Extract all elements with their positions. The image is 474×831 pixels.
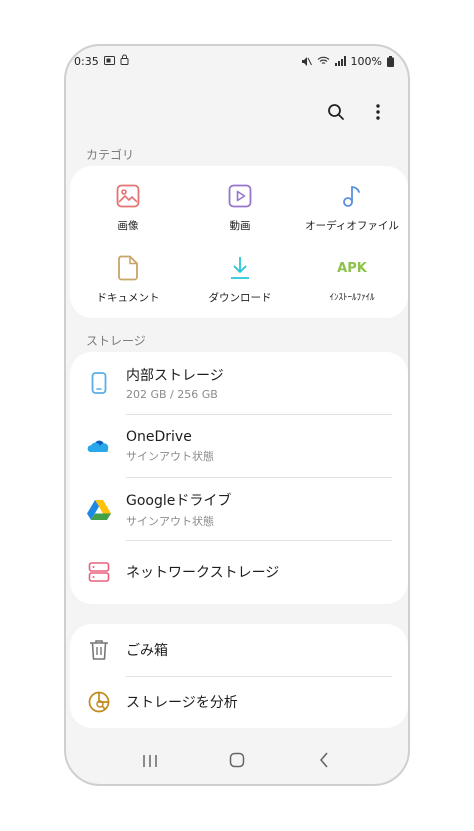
category-label: ダウンロード	[208, 292, 272, 304]
category-card: 画像 動画 オーディオファイル ドキュメント ダウンロード APK ｲﾝｽﾄｰﾙ…	[70, 166, 408, 318]
storage-section-title: ストレージ	[86, 334, 146, 348]
category-label: ドキュメント	[96, 292, 160, 304]
battery-icon	[387, 55, 394, 67]
storage-subtitle: サインアウト状態	[126, 514, 214, 528]
navigation-bar	[66, 740, 408, 784]
top-action-bar	[66, 98, 408, 130]
storage-subtitle: 202 GB / 256 GB	[126, 388, 218, 401]
storage-item-network[interactable]: ネットワークストレージ	[70, 541, 408, 603]
category-images[interactable]: 画像	[72, 182, 184, 233]
category-documents[interactable]: ドキュメント	[72, 254, 184, 305]
download-icon	[226, 254, 254, 282]
document-icon	[114, 254, 142, 282]
category-section-title: カテゴリ	[86, 148, 135, 162]
more-options-button[interactable]	[366, 102, 390, 126]
category-label: 動画	[229, 220, 251, 232]
storage-item-onedrive[interactable]: OneDrive サインアウト状態	[70, 415, 408, 477]
storage-card: 内部ストレージ 202 GB / 256 GB OneDrive サインアウト状…	[70, 352, 408, 604]
storage-title: OneDrive	[126, 428, 192, 445]
apk-icon-text: APK	[337, 260, 367, 276]
category-label: オーディオファイル	[305, 220, 399, 232]
status-bar: 0:35 100%	[66, 46, 408, 76]
category-downloads[interactable]: ダウンロード	[184, 254, 296, 305]
category-label: 画像	[117, 220, 139, 232]
mute-icon	[301, 56, 312, 67]
recent-apps-icon	[142, 753, 158, 772]
home-icon	[229, 752, 245, 772]
tool-item-trash[interactable]: ごみ箱	[70, 624, 408, 676]
tool-item-analyze-storage[interactable]: ストレージを分析	[70, 677, 408, 727]
category-install-files[interactable]: APK ｲﾝｽﾄｰﾙﾌｧｲﾙ	[296, 254, 408, 304]
status-time: 0:35	[74, 54, 99, 68]
storage-subtitle: サインアウト状態	[126, 449, 214, 463]
home-button[interactable]	[217, 747, 257, 777]
onedrive-icon	[86, 433, 112, 459]
storage-title: 内部ストレージ	[126, 368, 224, 384]
storage-item-google-drive[interactable]: Googleドライブ サインアウト状態	[70, 478, 408, 540]
google-drive-icon	[86, 496, 112, 522]
more-vert-icon	[375, 103, 381, 125]
phone-frame: 0:35 100% カテゴリ 画像 動画 オーディオファイル ドキュメント ダウ…	[64, 44, 410, 786]
search-icon	[327, 103, 345, 125]
storage-item-internal[interactable]: 内部ストレージ 202 GB / 256 GB	[70, 352, 408, 414]
back-button[interactable]	[304, 747, 344, 777]
storage-title: ネットワークストレージ	[126, 565, 280, 581]
battery-level: 100%	[350, 54, 382, 68]
apk-icon: APK	[337, 254, 367, 282]
tool-title: ストレージを分析	[126, 695, 238, 711]
storage-analysis-icon	[86, 689, 112, 715]
category-label: ｲﾝｽﾄｰﾙﾌｧｲﾙ	[329, 293, 375, 303]
search-button[interactable]	[324, 102, 348, 126]
wifi-icon	[317, 56, 330, 66]
category-audio[interactable]: オーディオファイル	[296, 182, 408, 233]
sim-card-icon	[103, 55, 115, 68]
back-icon	[319, 752, 329, 772]
recent-apps-button[interactable]	[130, 747, 170, 777]
tool-title: ごみ箱	[126, 643, 168, 659]
storage-title: Googleドライブ	[126, 492, 232, 509]
audio-icon	[338, 182, 366, 210]
video-icon	[226, 182, 254, 210]
trash-icon	[86, 637, 112, 663]
network-storage-icon	[86, 559, 112, 585]
phone-icon	[86, 370, 112, 396]
lock-icon	[120, 54, 129, 68]
signal-icon	[334, 56, 346, 66]
category-videos[interactable]: 動画	[184, 182, 296, 233]
image-icon	[114, 182, 142, 210]
tools-card: ごみ箱 ストレージを分析	[70, 624, 408, 728]
